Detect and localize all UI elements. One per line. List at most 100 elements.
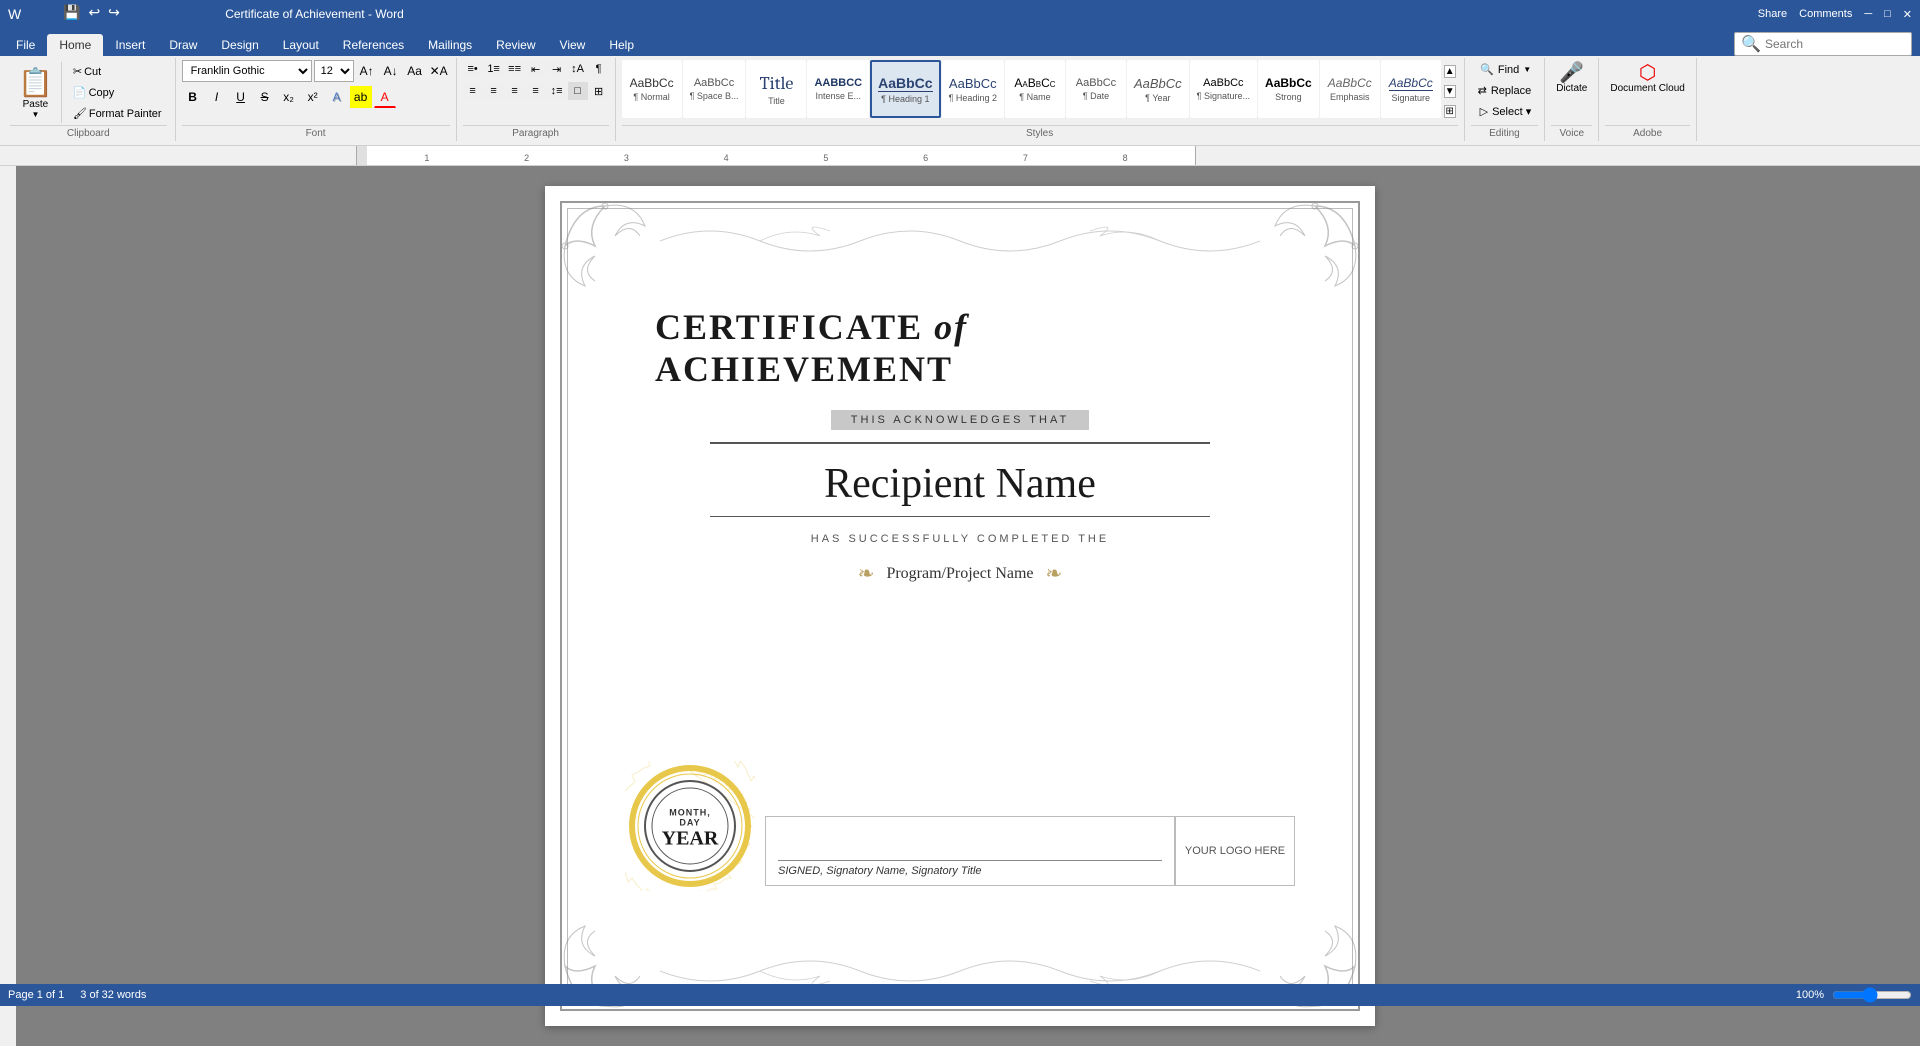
show-formatting-btn[interactable]: ¶ [589,60,609,78]
style-normal[interactable]: AaBbCc ¶ Normal [622,60,682,118]
signed-label: SIGNED, [778,865,823,877]
replace-btn[interactable]: ⇄ Replace [1471,81,1539,100]
cert-logo-box[interactable]: YOUR LOGO HERE [1175,816,1295,886]
sort-btn[interactable]: ↕A [568,60,588,78]
find-icon: 🔍 [1480,63,1494,76]
line-spacing-btn[interactable]: ↕≡ [547,82,567,100]
style-year[interactable]: AaBbCc ¶ Year [1127,60,1189,118]
tab-review[interactable]: Review [484,34,547,56]
italic-btn[interactable]: I [206,86,228,108]
cert-completed[interactable]: HAS SUCCESSFULLY COMPLETED THE [811,533,1109,545]
bold-btn[interactable]: B [182,86,204,108]
dictate-label: Dictate [1556,83,1587,94]
style-sigLine[interactable]: AaBbCc ¶ Signature... [1190,60,1257,118]
font-color-btn[interactable]: A [374,86,396,108]
cert-line2 [710,516,1210,517]
undo-qa-btn[interactable]: ↩ [85,2,103,23]
ruler-content[interactable]: 1 2 3 4 5 6 7 8 [356,146,1196,166]
cut-btn[interactable]: ✂ Cut [68,62,167,81]
style-heading2[interactable]: AaBbCc ¶ Heading 2 [942,60,1004,118]
underline-btn[interactable]: U [230,86,252,108]
justify-btn[interactable]: ≡ [526,82,546,100]
bullets-btn[interactable]: ≡• [463,60,483,78]
tab-draw[interactable]: Draw [157,34,209,56]
sig-line [778,860,1162,861]
shading-btn[interactable]: □ [568,82,588,100]
font-size-select[interactable]: 12 [314,60,354,82]
style-spaceB[interactable]: AaBbCc ¶ Space B... [683,60,746,118]
page[interactable]: CERTIFICATE of ACHIEVEMENT THIS ACKNOWLE… [545,186,1375,1026]
text-effects-btn[interactable]: A [326,86,348,108]
cert-title[interactable]: CERTIFICATE of ACHIEVEMENT [655,307,968,389]
copy-btn[interactable]: 📄 Copy [68,83,167,102]
tab-help[interactable]: Help [597,34,646,56]
multilevel-btn[interactable]: ≡≡ [505,60,525,78]
style-emphasis[interactable]: AaBbCc Emphasis [1320,60,1380,118]
style-signature2-label: Signature [1389,93,1433,103]
font-name-select[interactable]: Franklin Gothic [182,60,312,82]
borders-btn[interactable]: ⊞ [589,82,609,100]
zoom-slider[interactable] [1832,987,1912,1003]
style-signature2[interactable]: AaBbCc Signature [1381,60,1441,118]
save-qa-btn[interactable]: 💾 [60,2,83,23]
style-strong[interactable]: AaBbCc Strong [1258,60,1319,118]
tab-layout[interactable]: Layout [271,34,331,56]
dictate-btn[interactable]: 🎤 Dictate [1551,60,1592,97]
tab-home[interactable]: Home [47,34,103,56]
align-right-btn[interactable]: ≡ [505,82,525,100]
cert-signature-box[interactable]: SIGNED, Signatory Name, Signatory Title [765,816,1175,886]
font-row2: B I U S x₂ x² A ab A [182,86,396,108]
replace-icon: ⇄ [1478,84,1487,97]
certificate-content[interactable]: CERTIFICATE of ACHIEVEMENT THIS ACKNOWLE… [575,216,1345,936]
document-cloud-btn[interactable]: ⬡ Document Cloud [1605,60,1689,97]
minimize-btn[interactable]: ─ [1864,8,1872,20]
comments-btn[interactable]: Comments [1799,8,1852,20]
style-intenseE[interactable]: AABBCC Intense E... [807,60,869,118]
subscript-btn[interactable]: x₂ [278,86,300,108]
style-heading1[interactable]: AaBbCc ¶ Heading 1 [870,60,940,118]
styles-content: AaBbCc ¶ Normal AaBbCc ¶ Space B... Titl… [622,60,1458,123]
increase-font-btn[interactable]: A↑ [356,60,378,82]
styles-scroll-up-btn[interactable]: ▲ [1444,65,1456,78]
increase-indent-btn[interactable]: ⇥ [547,60,567,78]
tab-insert[interactable]: Insert [103,34,157,56]
close-btn[interactable]: ✕ [1903,8,1912,21]
search-input[interactable] [1765,37,1905,51]
find-btn[interactable]: 🔍 Find ▼ [1473,60,1538,79]
cert-program-row: ❧ Program/Project Name ❧ [858,561,1063,586]
style-title[interactable]: Title Title [746,60,806,118]
clear-format-btn[interactable]: ✕A [428,60,450,82]
format-painter-btn[interactable]: 🖌 Format Painter [68,104,167,123]
maximize-btn[interactable]: □ [1884,8,1891,20]
search-box[interactable]: 🔍 [1734,32,1912,56]
decrease-indent-btn[interactable]: ⇤ [526,60,546,78]
redo-qa-btn[interactable]: ↪ [105,2,123,23]
tab-mailings[interactable]: Mailings [416,34,484,56]
seal-year: YEAR [658,827,723,850]
tab-references[interactable]: References [331,34,416,56]
change-case-btn[interactable]: Aa [404,60,426,82]
strikethrough-btn[interactable]: S [254,86,276,108]
tab-file[interactable]: File [4,34,47,56]
align-left-btn[interactable]: ≡ [463,82,483,100]
share-btn[interactable]: Share [1758,8,1787,20]
text-highlight-btn[interactable]: ab [350,86,372,108]
numbering-btn[interactable]: 1≡ [484,60,504,78]
styles-more-btn[interactable]: ⊞ [1444,105,1456,118]
cert-recipient[interactable]: Recipient Name [824,460,1096,508]
tab-view[interactable]: View [548,34,598,56]
paste-btn[interactable]: 📋 Paste ▼ [10,62,62,123]
align-center-btn[interactable]: ≡ [484,82,504,100]
cert-subtitle[interactable]: THIS ACKNOWLEDGES THAT [831,410,1089,430]
superscript-btn[interactable]: x² [302,86,324,108]
cert-program[interactable]: Program/Project Name [886,565,1033,583]
clipboard-label: Clipboard [10,125,167,139]
style-name[interactable]: AaBbCc ¶ Name [1005,60,1065,118]
cert-title-part1: CERTIFICATE [655,307,934,347]
decrease-font-btn[interactable]: A↓ [380,60,402,82]
tab-design[interactable]: Design [209,34,270,56]
ruler-left-margin [340,146,356,166]
select-btn[interactable]: ▷ Select ▾ [1473,102,1539,121]
styles-scroll-down-btn[interactable]: ▼ [1444,85,1456,98]
style-date[interactable]: AaBbCc ¶ Date [1066,60,1126,118]
